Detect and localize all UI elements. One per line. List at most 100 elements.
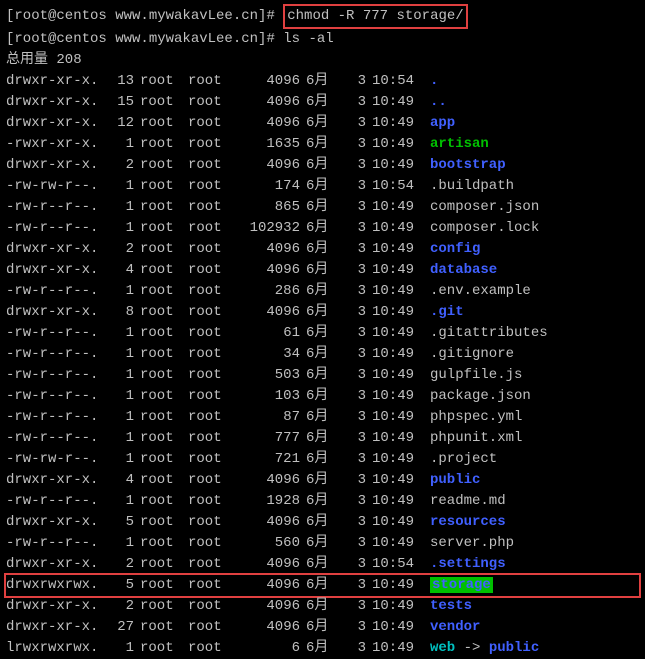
file-links: 1 — [106, 323, 134, 344]
file-size: 4096 — [236, 260, 300, 281]
file-day: 3 — [336, 575, 366, 596]
file-day: 3 — [336, 113, 366, 134]
file-group: root — [188, 428, 236, 449]
file-time: 10:49 — [372, 512, 424, 533]
file-month: 6月 — [306, 302, 336, 323]
file-row: drwxr-xr-x.2rootroot40966月310:49config — [6, 239, 639, 260]
file-time: 10:49 — [372, 302, 424, 323]
file-links: 8 — [106, 302, 134, 323]
file-name: .settings — [430, 556, 506, 572]
file-row: drwxr-xr-x.13rootroot40966月310:54. — [6, 71, 639, 92]
file-group: root — [188, 470, 236, 491]
file-owner: root — [140, 617, 188, 638]
file-links: 1 — [106, 428, 134, 449]
file-month: 6月 — [306, 134, 336, 155]
file-owner: root — [140, 344, 188, 365]
file-owner: root — [140, 113, 188, 134]
file-perms: -rw-r--r--. — [6, 491, 106, 512]
file-name: artisan — [430, 136, 489, 152]
ls-command: ls -al — [283, 31, 333, 47]
file-day: 3 — [336, 491, 366, 512]
file-owner: root — [140, 155, 188, 176]
file-group: root — [188, 134, 236, 155]
file-size: 4096 — [236, 155, 300, 176]
file-perms: drwxr-xr-x. — [6, 71, 106, 92]
file-day: 3 — [336, 197, 366, 218]
file-time: 10:49 — [372, 491, 424, 512]
file-name: .project — [430, 451, 497, 467]
file-row: lrwxrwxrwx.1rootroot66月310:49web -> publ… — [6, 638, 639, 659]
file-size: 865 — [236, 197, 300, 218]
file-size: 503 — [236, 365, 300, 386]
file-time: 10:49 — [372, 407, 424, 428]
file-size: 103 — [236, 386, 300, 407]
file-perms: drwxr-xr-x. — [6, 155, 106, 176]
file-group: root — [188, 596, 236, 617]
chmod-command: chmod -R 777 storage/ — [283, 4, 467, 29]
file-owner: root — [140, 302, 188, 323]
file-name: app — [430, 115, 455, 131]
file-size: 4096 — [236, 554, 300, 575]
file-links: 4 — [106, 260, 134, 281]
file-row: drwxr-xr-x.15rootroot40966月310:49.. — [6, 92, 639, 113]
file-time: 10:49 — [372, 197, 424, 218]
file-name: .gitattributes — [430, 325, 548, 341]
file-name: . — [430, 73, 438, 89]
file-month: 6月 — [306, 554, 336, 575]
file-name: composer.json — [430, 199, 539, 215]
file-size: 4096 — [236, 302, 300, 323]
file-links: 2 — [106, 596, 134, 617]
file-size: 34 — [236, 344, 300, 365]
file-perms: -rw-r--r--. — [6, 386, 106, 407]
file-time: 10:49 — [372, 113, 424, 134]
file-name: bootstrap — [430, 157, 506, 173]
file-group: root — [188, 554, 236, 575]
file-name: composer.lock — [430, 220, 539, 236]
file-links: 13 — [106, 71, 134, 92]
file-links: 4 — [106, 470, 134, 491]
file-name: resources — [430, 514, 506, 530]
terminal-prompt-1: [root@centos www.mywakavLee.cn]# chmod -… — [6, 4, 639, 29]
file-month: 6月 — [306, 260, 336, 281]
file-row: drwxr-xr-x.2rootroot40966月310:54.setting… — [6, 554, 639, 575]
file-perms: drwxr-xr-x. — [6, 596, 106, 617]
file-perms: drwxrwxrwx. — [6, 575, 106, 596]
file-day: 3 — [336, 92, 366, 113]
file-owner: root — [140, 176, 188, 197]
file-time: 10:49 — [372, 155, 424, 176]
file-month: 6月 — [306, 113, 336, 134]
file-name: storage — [430, 577, 493, 593]
file-row: -rw-rw-r--.1rootroot7216月310:49.project — [6, 449, 639, 470]
file-perms: -rw-r--r--. — [6, 428, 106, 449]
file-day: 3 — [336, 512, 366, 533]
file-row: drwxr-xr-x.4rootroot40966月310:49public — [6, 470, 639, 491]
file-row: drwxr-xr-x.8rootroot40966月310:49.git — [6, 302, 639, 323]
file-group: root — [188, 638, 236, 659]
file-size: 4096 — [236, 239, 300, 260]
file-links: 1 — [106, 386, 134, 407]
file-listing: drwxr-xr-x.13rootroot40966月310:54.drwxr-… — [6, 71, 639, 659]
file-month: 6月 — [306, 176, 336, 197]
file-group: root — [188, 113, 236, 134]
file-links: 1 — [106, 281, 134, 302]
file-row: -rw-r--r--.1rootroot7776月310:49phpunit.x… — [6, 428, 639, 449]
file-owner: root — [140, 197, 188, 218]
file-month: 6月 — [306, 428, 336, 449]
file-time: 10:49 — [372, 323, 424, 344]
terminal-prompt-2: [root@centos www.mywakavLee.cn]# ls -al — [6, 29, 639, 50]
file-month: 6月 — [306, 596, 336, 617]
file-group: root — [188, 176, 236, 197]
file-owner: root — [140, 218, 188, 239]
file-perms: -rwxr-xr-x. — [6, 134, 106, 155]
file-month: 6月 — [306, 491, 336, 512]
file-day: 3 — [336, 134, 366, 155]
file-time: 10:49 — [372, 344, 424, 365]
file-day: 3 — [336, 155, 366, 176]
file-day: 3 — [336, 218, 366, 239]
file-time: 10:49 — [372, 239, 424, 260]
file-group: root — [188, 407, 236, 428]
file-time: 10:49 — [372, 533, 424, 554]
file-owner: root — [140, 386, 188, 407]
file-row: drwxr-xr-x.27rootroot40966月310:49vendor — [6, 617, 639, 638]
file-group: root — [188, 302, 236, 323]
